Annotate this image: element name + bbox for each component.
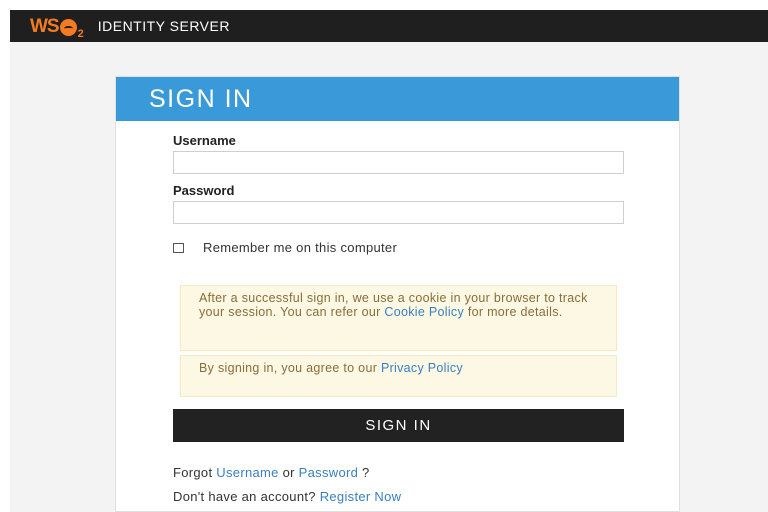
- register-now-link[interactable]: Register Now: [320, 489, 402, 504]
- password-input[interactable]: [173, 201, 624, 224]
- product-name: IDENTITY SERVER: [97, 18, 230, 34]
- logo-o-icon: [59, 19, 77, 36]
- logo-ws-text: WS: [30, 16, 60, 37]
- remember-me[interactable]: Remember me on this computer: [173, 240, 397, 255]
- remember-me-checkbox[interactable]: [173, 242, 184, 253]
- cookie-policy-link[interactable]: Cookie Policy: [384, 305, 464, 319]
- forgot-or: or: [278, 465, 299, 480]
- signin-button[interactable]: SIGN IN: [173, 409, 624, 442]
- privacy-policy-link[interactable]: Privacy Policy: [381, 361, 463, 375]
- forgot-credentials: Forgot Username or Password ?: [173, 465, 370, 480]
- privacy-notice: By signing in, you agree to our Privacy …: [180, 355, 617, 397]
- forgot-suffix: ?: [358, 465, 370, 480]
- signin-card-header: SIGN IN: [116, 77, 679, 121]
- signin-card: SIGN IN Username Password Remember me on…: [115, 76, 680, 512]
- top-navbar: WS 2 IDENTITY SERVER: [10, 10, 768, 42]
- register-prompt: Don't have an account? Register Now: [173, 489, 401, 504]
- forgot-prefix: Forgot: [173, 465, 217, 480]
- signin-title: SIGN IN: [149, 84, 253, 113]
- username-input[interactable]: [173, 151, 624, 174]
- username-label: Username: [173, 133, 236, 148]
- cookie-notice: After a successful sign in, we use a coo…: [180, 285, 617, 351]
- remember-me-label[interactable]: Remember me on this computer: [203, 240, 397, 255]
- wso2-logo: WS 2: [30, 15, 84, 41]
- cookie-notice-text-end: for more details.: [464, 304, 563, 319]
- register-prefix: Don't have an account?: [173, 489, 320, 504]
- privacy-notice-text: By signing in, you agree to our: [199, 361, 381, 375]
- forgot-username-link[interactable]: Username: [216, 465, 278, 480]
- logo-2-text: 2: [77, 28, 84, 40]
- forgot-password-link[interactable]: Password: [299, 465, 358, 480]
- password-label: Password: [173, 183, 235, 198]
